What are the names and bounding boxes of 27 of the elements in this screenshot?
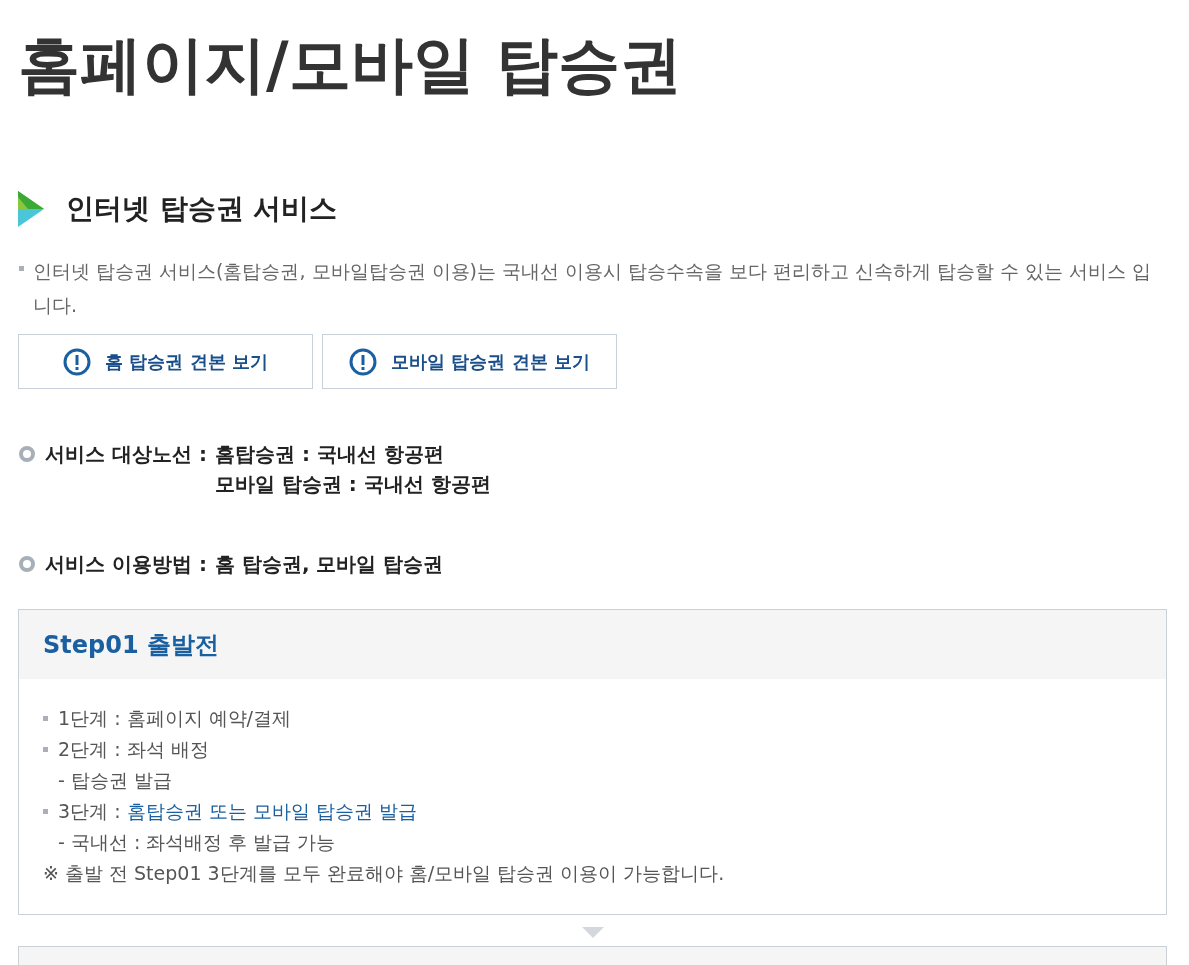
step-title: Step01 출발전 bbox=[43, 629, 219, 661]
bullet-icon bbox=[19, 446, 35, 462]
bullet-icon bbox=[43, 809, 48, 814]
info-label: 서비스 이용방법 : bbox=[45, 551, 207, 578]
exclamation-icon bbox=[63, 347, 92, 376]
info-label: 서비스 대상노선 : bbox=[45, 441, 207, 468]
bullet-icon bbox=[19, 266, 24, 271]
step-item-text: 3단계 : 홈탑승권 또는 모바일 탑승권 발급 bbox=[58, 799, 417, 824]
bullet-icon bbox=[43, 716, 48, 721]
sample-view-button[interactable]: 홈 탑승권 견본 보기 bbox=[18, 334, 313, 389]
step-item-text: 2단계 : 좌석 배정 bbox=[58, 737, 209, 762]
step-item-text: 1단계 : 홈페이지 예약/결제 bbox=[58, 706, 291, 731]
info-value: 모바일 탑승권 : 국내선 항공편 bbox=[214, 471, 491, 498]
down-arrow-icon bbox=[581, 927, 604, 938]
bullet-icon bbox=[19, 556, 35, 572]
step-item-text: - 국내선 : 좌석배정 후 발급 가능 bbox=[58, 830, 336, 855]
step-item-text: ※ 출발 전 Step01 3단계를 모두 완료해야 홈/모바일 탑승권 이용이 가능합니다. bbox=[43, 861, 725, 886]
info-value: 홈탑승권 : 국내선 항공편 bbox=[214, 441, 445, 468]
step-item-text: - 탑승권 발급 bbox=[58, 768, 172, 793]
description-text: 인터넷 탑승권 서비스(홈탑승권, 모바일탑승권 이용)는 국내선 이용시 탑승수속을 보다 편리하고 신속하게 탑승할 수 있는 서비스 입니다. bbox=[33, 259, 1153, 318]
triangle-icon bbox=[18, 191, 44, 227]
sample-view-button[interactable]: 모바일 탑승권 견본 보기 bbox=[322, 334, 617, 389]
bullet-icon bbox=[43, 747, 48, 752]
exclamation-icon bbox=[349, 347, 378, 376]
section-title: 인터넷 탑승권 서비스 bbox=[66, 191, 338, 227]
info-value: 홈 탑승권, 모바일 탑승권 bbox=[214, 551, 444, 578]
page-title: 홈페이지/모바일 탑승권 bbox=[18, 27, 684, 103]
